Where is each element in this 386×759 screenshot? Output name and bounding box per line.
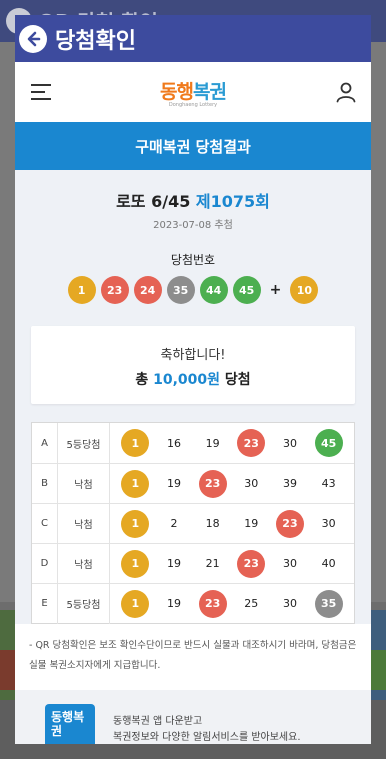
- draw-info: 로또 6/45 제1075회 2023-07-08 추첨 당첨번호 1 23 2…: [15, 170, 371, 418]
- back-button[interactable]: [19, 24, 47, 53]
- ticket-row-numbers: 1 19 21 23 30 40: [110, 549, 354, 578]
- logo-text-accent: 복권: [193, 80, 227, 103]
- ticket-number: 30: [282, 557, 297, 570]
- ticket-row: B 낙첨 1 19 23 30 39 43: [32, 463, 354, 504]
- ticket-number: 23: [198, 469, 227, 498]
- ticket-number: 19: [166, 557, 181, 570]
- draw-round: 제1075회: [195, 192, 270, 211]
- ticket-number: 30: [282, 597, 297, 610]
- ticket-number: 30: [282, 436, 297, 450]
- ticket-number: 23: [237, 549, 266, 578]
- winning-ball: 1: [67, 276, 96, 304]
- ticket-number: 19: [166, 477, 181, 490]
- game-name: 로또 6/45: [116, 192, 191, 211]
- ticket-row-status: 낙첨: [58, 543, 110, 584]
- app-promo[interactable]: 동행복권 동행복권 앱 다운받고 복권정보와 다양한 알림서비스를 받아보세요.: [15, 690, 371, 744]
- ticket-row-status: 5등당첨: [58, 423, 110, 463]
- plus-sign: +: [269, 282, 282, 298]
- ticket-number: 1: [121, 549, 150, 578]
- promo-line-1: 동행복권 앱 다운받고: [113, 716, 203, 727]
- ticket-table: A 5등당첨 1 16 19 23 30 45 B 낙첨 1 19 23 30 39 43 C 낙첨 1 2 18 19 2…: [31, 422, 355, 624]
- ticket-row-letter: E: [32, 583, 58, 624]
- app-logo-icon: 동행복권: [45, 704, 95, 744]
- ticket-number: 19: [244, 517, 259, 530]
- notice-text: - QR 당첨확인은 보조 확인수단이므로 반드시 실물과 대조하시기 바라며,…: [15, 624, 371, 686]
- congrats-text: 축하합니다!: [160, 348, 226, 363]
- promo-line-2: 복권정보와 다양한 알림서비스를 받아보세요.: [113, 732, 301, 743]
- winning-ball: 35: [166, 276, 195, 304]
- arrow-left-icon: [27, 31, 41, 46]
- winning-ball: 45: [232, 276, 261, 304]
- ticket-number: 40: [321, 557, 336, 570]
- winning-numbers: 1 23 24 35 44 45 + 10: [31, 276, 355, 304]
- bonus-ball: 10: [290, 276, 319, 304]
- draw-date: 2023-07-08 추첨: [153, 220, 233, 231]
- winning-ball: 23: [100, 276, 129, 304]
- ticket-number: 2: [170, 517, 178, 530]
- ticket-row: E 5등당첨 1 19 23 25 30 35: [32, 583, 354, 624]
- dialog-header: 당첨확인: [15, 15, 371, 62]
- ticket-row: A 5등당첨 1 16 19 23 30 45: [32, 423, 354, 463]
- ticket-number: 23: [198, 589, 227, 618]
- ticket-number: 45: [314, 429, 343, 457]
- background-strip-right-2: [370, 650, 386, 690]
- ticket-number: 16: [166, 436, 181, 450]
- menu-icon[interactable]: [31, 84, 51, 100]
- ticket-row-letter: B: [32, 463, 58, 504]
- ticket-number: 23: [275, 509, 304, 538]
- ticket-row-status: 낙첨: [58, 503, 110, 544]
- winning-numbers-label: 당첨번호: [170, 253, 216, 267]
- ticket-number: 21: [205, 557, 220, 570]
- ticket-row-letter: A: [32, 423, 58, 463]
- background-strip-left-2: [0, 650, 16, 690]
- logo-text-main: 동행: [160, 80, 194, 103]
- winning-ball: 44: [199, 276, 228, 304]
- site-header: 동행복권 Donghaeng Lottery: [15, 62, 371, 122]
- ticket-row-numbers: 1 19 23 25 30 35: [110, 589, 354, 618]
- ticket-row-status: 5등당첨: [58, 583, 110, 624]
- draw-title: 로또 6/45 제1075회: [31, 170, 355, 212]
- ticket-number: 19: [166, 597, 181, 610]
- ticket-row: D 낙첨 1 19 21 23 30 40: [32, 543, 354, 584]
- user-icon[interactable]: [335, 81, 357, 103]
- ticket-number: 35: [314, 589, 343, 618]
- ticket-number: 23: [237, 429, 266, 457]
- promo-text: 동행복권 앱 다운받고 복권정보와 다양한 알림서비스를 받아보세요.: [113, 704, 301, 744]
- ticket-number: 30: [321, 517, 336, 530]
- ticket-number: 1: [121, 509, 150, 538]
- ticket-number: 39: [282, 477, 297, 490]
- ticket-row-letter: D: [32, 543, 58, 584]
- result-card: 축하합니다! 총 10,000원 당첨: [31, 326, 355, 404]
- ticket-row-status: 낙첨: [58, 463, 110, 504]
- ticket-number: 1: [121, 429, 150, 457]
- section-title: 구매복권 당첨결과: [15, 122, 371, 170]
- ticket-row-numbers: 1 19 23 30 39 43: [110, 469, 354, 498]
- prize-suffix: 당첨: [224, 372, 251, 388]
- ticket-number: 1: [121, 469, 150, 498]
- ticket-row-numbers: 1 16 19 23 30 45: [110, 429, 354, 457]
- dialog-title: 당첨확인: [55, 28, 136, 54]
- ticket-row: C 낙첨 1 2 18 19 23 30: [32, 503, 354, 544]
- ticket-number: 43: [321, 477, 336, 490]
- prize-amount: 10,000원: [153, 372, 221, 388]
- ticket-row-letter: C: [32, 503, 58, 544]
- ticket-number: 19: [205, 436, 220, 450]
- prize-prefix: 총: [135, 372, 149, 388]
- ticket-section: A 5등당첨 1 16 19 23 30 45 B 낙첨 1 19 23 30 39 43 C 낙첨 1 2 18 19 2…: [15, 418, 371, 624]
- site-logo[interactable]: 동행복권 Donghaeng Lottery: [160, 77, 227, 108]
- ticket-number: 30: [244, 477, 259, 490]
- prize-total: 총 10,000원 당첨: [31, 369, 355, 389]
- ticket-number: 25: [244, 597, 259, 610]
- logo-subtitle: Donghaeng Lottery: [168, 101, 218, 108]
- winning-ball: 24: [133, 276, 162, 304]
- qr-result-dialog: 당첨확인 동행복권 Donghaeng Lottery 구매복권 당첨결과 로또…: [15, 15, 371, 744]
- ticket-row-numbers: 1 2 18 19 23 30: [110, 509, 354, 538]
- ticket-number: 18: [205, 517, 220, 530]
- ticket-number: 1: [121, 589, 150, 618]
